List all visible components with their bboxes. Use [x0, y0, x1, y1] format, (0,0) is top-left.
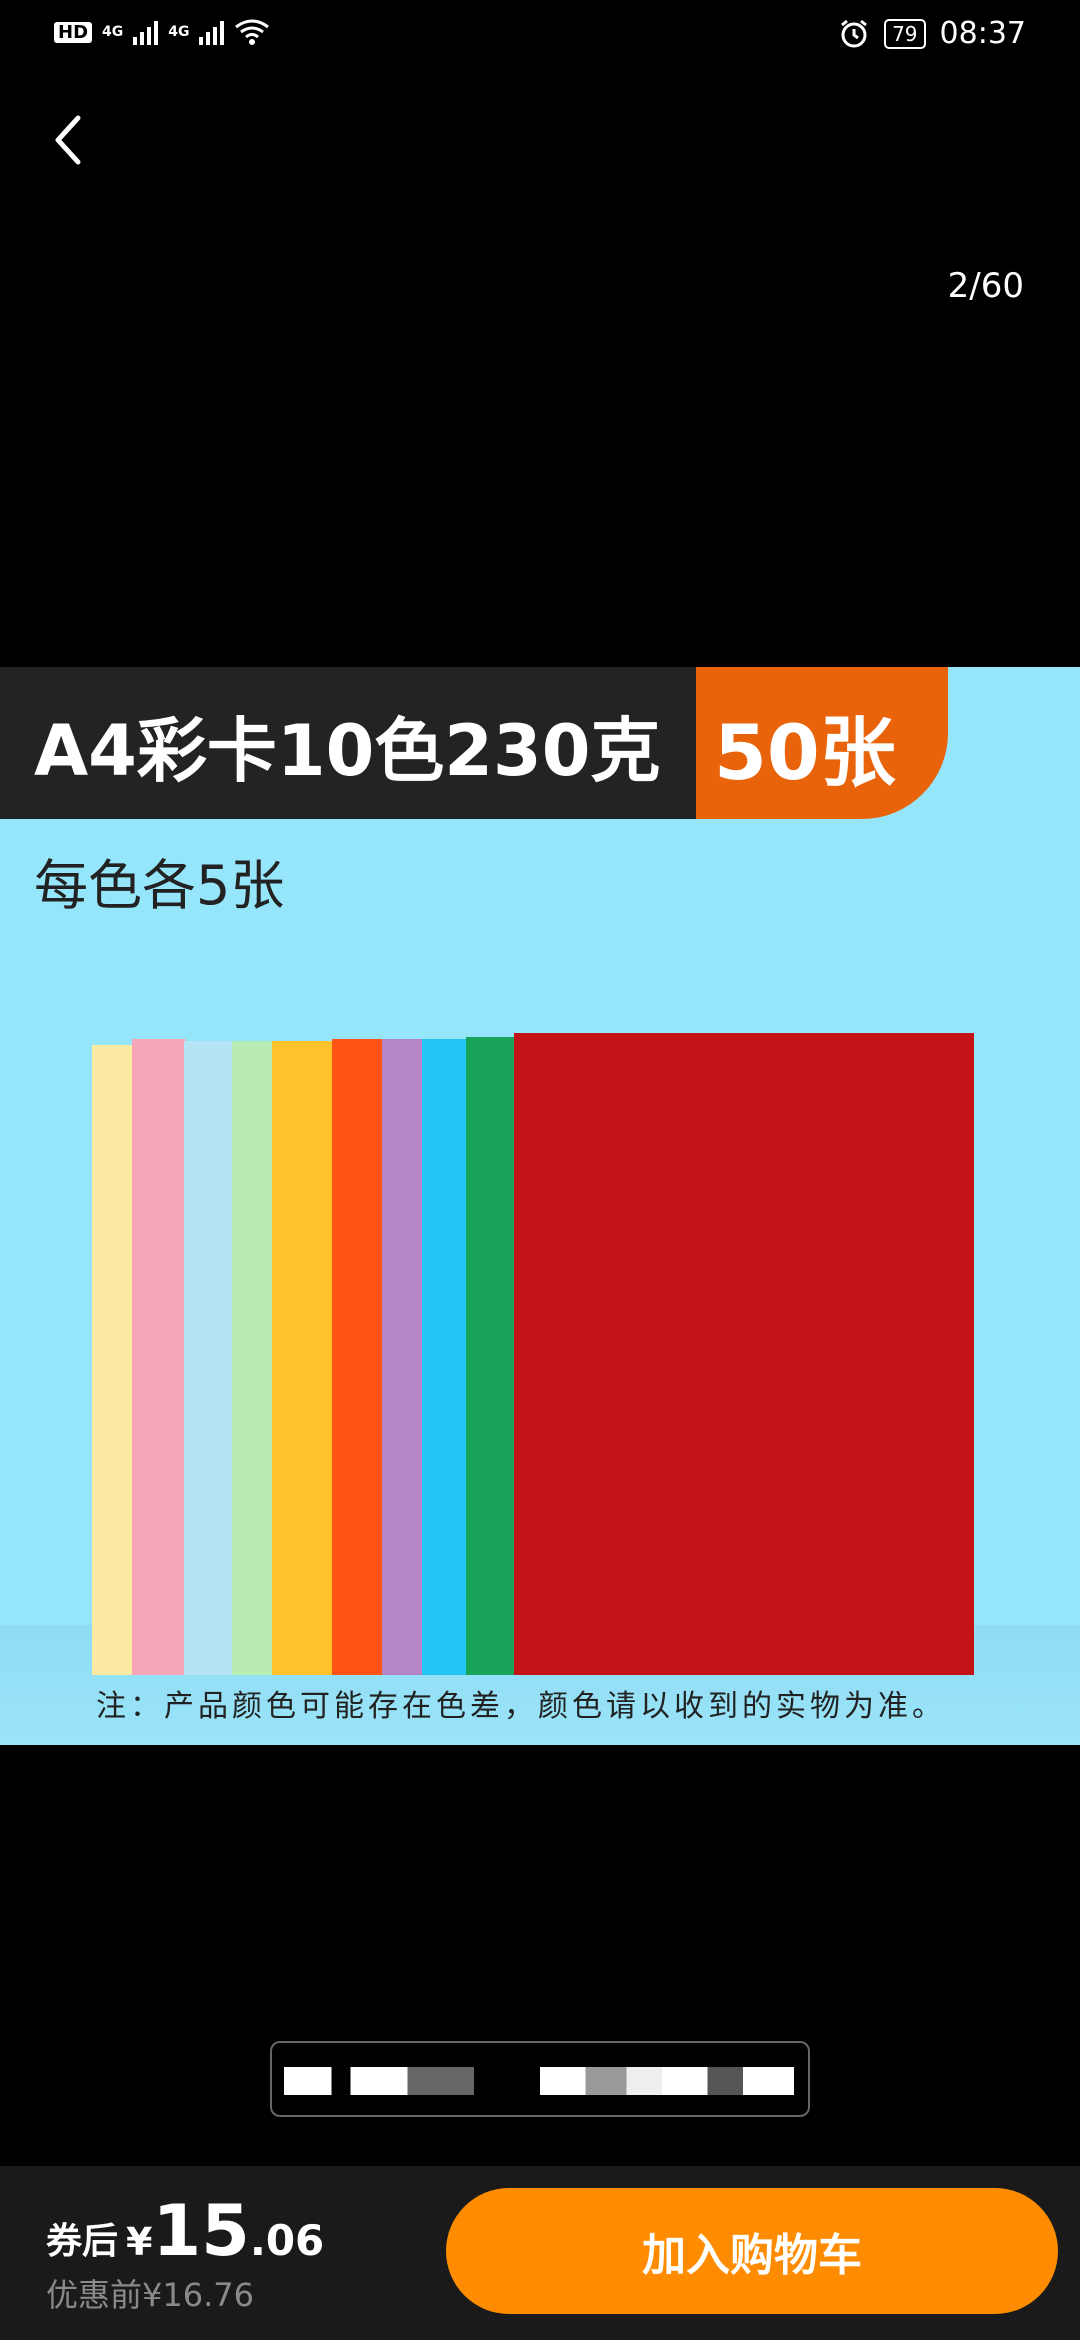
- original-price: 优惠前¥16.76: [46, 2276, 254, 2314]
- price-decimal: .06: [249, 2216, 325, 2265]
- network-type-2: 4G: [168, 24, 190, 40]
- image-counter: 2/60: [947, 266, 1024, 306]
- wifi-icon: [235, 19, 270, 45]
- coupon-label: 券后: [46, 2221, 119, 2262]
- product-title: A4彩卡10色230克: [34, 710, 661, 792]
- signal-icon: [133, 19, 159, 45]
- coupon-price: ¥15.06: [126, 2190, 324, 2272]
- color-sheet-purple: [382, 1039, 426, 1675]
- currency-symbol: ¥: [126, 2220, 153, 2264]
- product-image[interactable]: A4彩卡10色230克 50张 每色各5张 注：产品颜色可能存在色差，颜色请以收…: [0, 667, 1080, 1745]
- color-note: 注：产品颜色可能存在色差，颜色请以收到的实物为准。: [96, 1689, 946, 1724]
- status-bar: HD 4G 4G 79 08:37: [0, 0, 1080, 72]
- network-type-1: 4G: [102, 24, 124, 40]
- status-left: HD 4G 4G: [54, 18, 270, 46]
- chevron-left-icon: [55, 115, 81, 165]
- thumbnail-strip[interactable]: [270, 2041, 810, 2117]
- color-sheet-pink: [132, 1039, 186, 1675]
- color-sheet-light-green: [232, 1041, 276, 1675]
- title-banner: A4彩卡10色230克: [0, 667, 696, 819]
- color-sheet-green: [466, 1037, 518, 1675]
- color-sheet-sky-blue: [422, 1039, 472, 1675]
- product-subtitle: 每色各5张: [34, 854, 285, 917]
- alarm-icon: [841, 19, 868, 47]
- count-badge: 50张: [696, 667, 948, 819]
- color-sheet-light-blue: [184, 1041, 234, 1675]
- hd-indicator: HD: [54, 21, 93, 43]
- bottom-bar: 券后 ¥15.06 优惠前¥16.76 加入购物车: [0, 2166, 1080, 2340]
- count-badge-text: 50张: [714, 708, 896, 797]
- color-sheet-orange: [332, 1039, 384, 1675]
- thumbnail-1[interactable]: [284, 2067, 474, 2095]
- price-integer: 15: [152, 2190, 250, 2272]
- status-right: 79 08:37: [838, 16, 1026, 51]
- thumbnail-2[interactable]: [540, 2067, 794, 2095]
- add-to-cart-button[interactable]: 加入购物车: [446, 2188, 1058, 2314]
- battery-indicator: 79: [884, 18, 926, 49]
- status-time: 08:37: [939, 16, 1026, 51]
- color-sheet-red: [514, 1033, 974, 1675]
- color-sheet-gold: [272, 1041, 336, 1675]
- back-button[interactable]: [40, 112, 96, 168]
- signal-icon: [199, 19, 225, 45]
